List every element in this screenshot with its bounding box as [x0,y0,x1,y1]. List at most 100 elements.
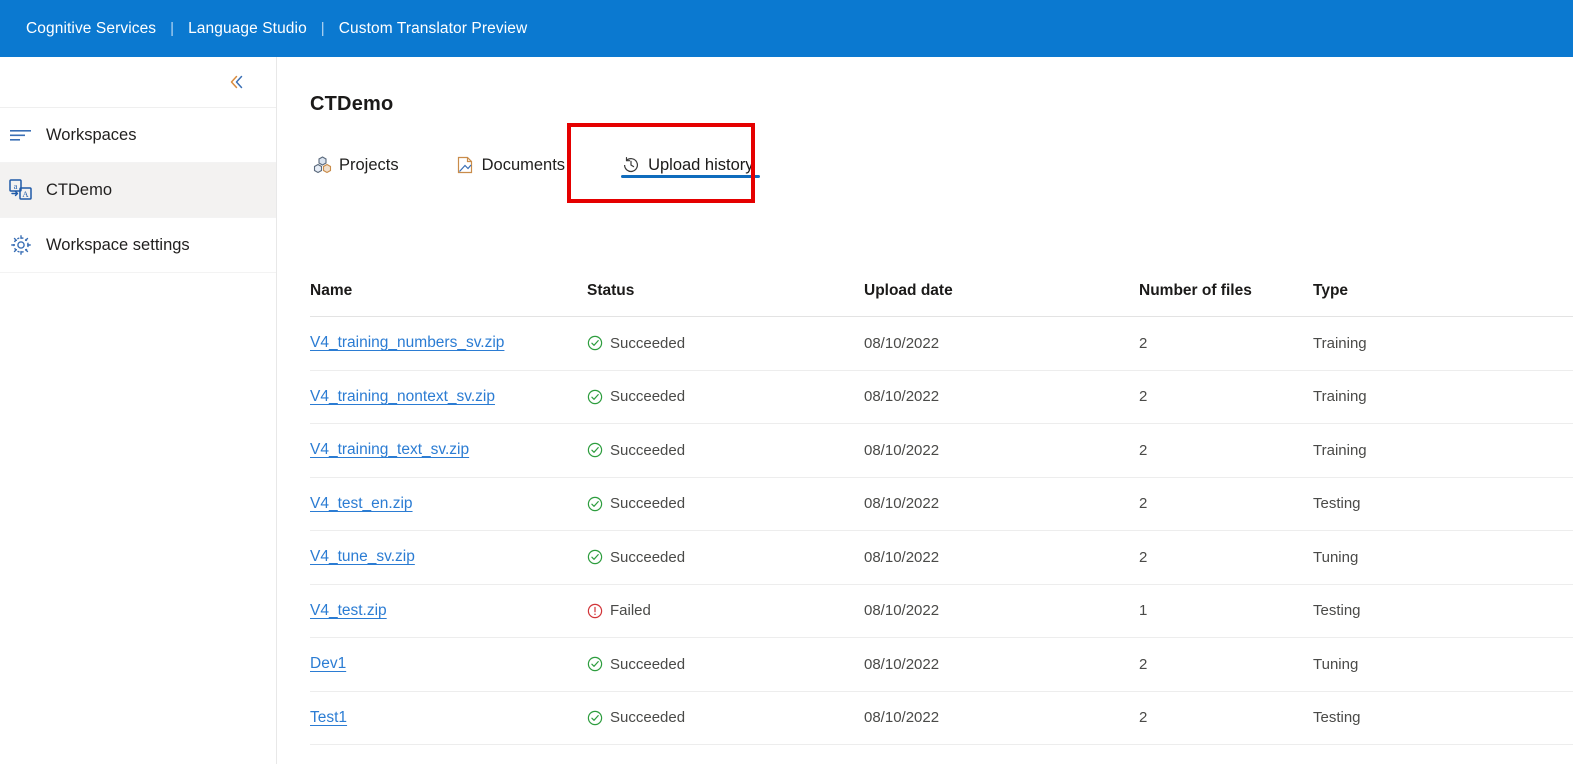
cell-upload-date: 08/10/2022 [864,334,940,352]
column-header-name: Name [310,281,353,299]
cell-name: V4_training_numbers_sv.zip [310,334,587,352]
check-circle-icon [587,336,603,351]
breadcrumb-separator: | [320,20,325,37]
check-circle-icon [587,657,603,672]
cell-number-of-files: 2 [1139,388,1148,406]
file-link[interactable]: Test1 [310,709,347,726]
svg-text:A: A [22,189,29,199]
check-circle-icon [587,389,603,404]
content-tabs: Projects Documents Upload history [306,137,770,187]
table-row: V4_training_nontext_sv.zip Succeeded 08/… [310,371,1573,424]
sidebar-item-workspaces[interactable]: Workspaces [0,108,276,163]
sidebar-collapse-row [0,57,276,108]
cell-type: Training [1313,388,1367,406]
status-label: Succeeded [610,334,686,352]
cell-number-of-files: 2 [1139,441,1148,459]
tab-label: Projects [339,155,399,174]
column-header-number-of-files: Number of files [1139,281,1252,299]
cell-status: Succeeded [587,656,864,673]
status-label: Succeeded [610,709,686,727]
cell-name: V4_tune_sv.zip [310,548,587,566]
page-title: CTDemo [310,93,394,115]
table-header-row: Name Status Upload date Number of files … [310,265,1573,317]
table-row: V4_training_text_sv.zip Succeeded 08/10/… [310,424,1573,478]
file-link[interactable]: V4_training_text_sv.zip [310,441,469,458]
breadcrumb-cognitive-services[interactable]: Cognitive Services [26,20,156,38]
svg-text:a: a [14,181,18,191]
file-link[interactable]: V4_test_en.zip [310,495,413,512]
cell-number-of-files: 2 [1139,709,1148,727]
cell-upload-date: 08/10/2022 [864,441,940,459]
chevron-double-left-icon[interactable] [228,73,246,91]
cell-upload-date: 08/10/2022 [864,388,940,406]
cell-name: V4_training_nontext_sv.zip [310,388,587,406]
file-link[interactable]: V4_test.zip [310,602,387,619]
upload-history-table: Name Status Upload date Number of files … [310,265,1573,745]
sidebar-item-label: Workspaces [46,125,137,144]
table-body: V4_training_numbers_sv.zip Succeeded 08/… [310,317,1573,745]
gear-icon [8,234,34,256]
cell-type: Testing [1313,495,1361,513]
cell-type: Training [1313,334,1367,352]
left-navigation-sidebar: Workspaces a A CTDemo Workspace settings [0,57,277,764]
cell-name: V4_test.zip [310,602,587,620]
file-link[interactable]: V4_training_nontext_sv.zip [310,388,495,405]
sidebar-item-label: CTDemo [46,180,113,199]
history-clock-icon [621,155,641,175]
cell-status: Succeeded [587,549,864,566]
breadcrumb-custom-translator-preview[interactable]: Custom Translator Preview [339,20,528,38]
cell-type: Testing [1313,602,1361,620]
tab-documents[interactable]: Documents [449,137,581,187]
cell-number-of-files: 2 [1139,548,1148,566]
status-label: Succeeded [610,388,686,406]
column-header-status: Status [587,281,635,299]
cell-status: Succeeded [587,388,864,405]
document-icon [455,155,475,175]
file-link[interactable]: Dev1 [310,655,346,672]
breadcrumb-separator: | [170,20,175,37]
tab-projects[interactable]: Projects [306,137,415,187]
table-row: V4_tune_sv.zip Succeeded 08/10/2022 2 Tu… [310,531,1573,585]
cell-type: Tuning [1313,548,1359,566]
cell-number-of-files: 2 [1139,495,1148,513]
sidebar-item-workspace-settings[interactable]: Workspace settings [0,218,276,273]
breadcrumb-language-studio[interactable]: Language Studio [188,20,307,38]
status-label: Succeeded [610,548,686,566]
file-link[interactable]: V4_training_numbers_sv.zip [310,334,504,351]
column-header-type: Type [1313,281,1349,299]
tab-label: Documents [481,155,566,174]
cell-status: Succeeded [587,709,864,726]
cell-name: Test1 [310,709,587,727]
cell-number-of-files: 2 [1139,655,1148,673]
table-row: V4_training_numbers_sv.zip Succeeded 08/… [310,317,1573,371]
translate-icon: a A [8,179,34,201]
sidebar-item-ctdemo[interactable]: a A CTDemo [0,163,276,218]
error-circle-icon [587,603,603,618]
tab-label: Upload history [648,155,754,174]
check-circle-icon [587,443,603,458]
status-label: Succeeded [610,495,686,513]
cell-number-of-files: 2 [1139,334,1148,352]
workspaces-list-icon [8,124,34,146]
cell-upload-date: 08/10/2022 [864,655,940,673]
cell-name: V4_training_text_sv.zip [310,441,587,459]
file-link[interactable]: V4_tune_sv.zip [310,548,415,565]
cell-status: Succeeded [587,442,864,459]
status-label: Succeeded [610,655,686,673]
cell-upload-date: 08/10/2022 [864,602,940,620]
main-content-area: CTDemo Projects Documents Upload history… [278,57,1573,764]
check-circle-icon [587,710,603,725]
cell-type: Testing [1313,709,1361,727]
check-circle-icon [587,550,603,565]
table-row: Test1 Succeeded 08/10/2022 2 Testing [310,692,1573,745]
global-header: Cognitive Services | Language Studio | C… [0,0,1573,57]
sidebar-item-label: Workspace settings [46,235,190,254]
column-header-upload-date: Upload date [864,281,953,299]
cell-status: Succeeded [587,495,864,512]
cell-status: Failed [587,602,864,619]
projects-cubes-icon [312,155,332,175]
active-tab-indicator [621,175,760,178]
tab-upload-history[interactable]: Upload history [615,137,769,187]
cell-type: Training [1313,441,1367,459]
table-row: V4_test_en.zip Succeeded 08/10/2022 2 Te… [310,478,1573,531]
